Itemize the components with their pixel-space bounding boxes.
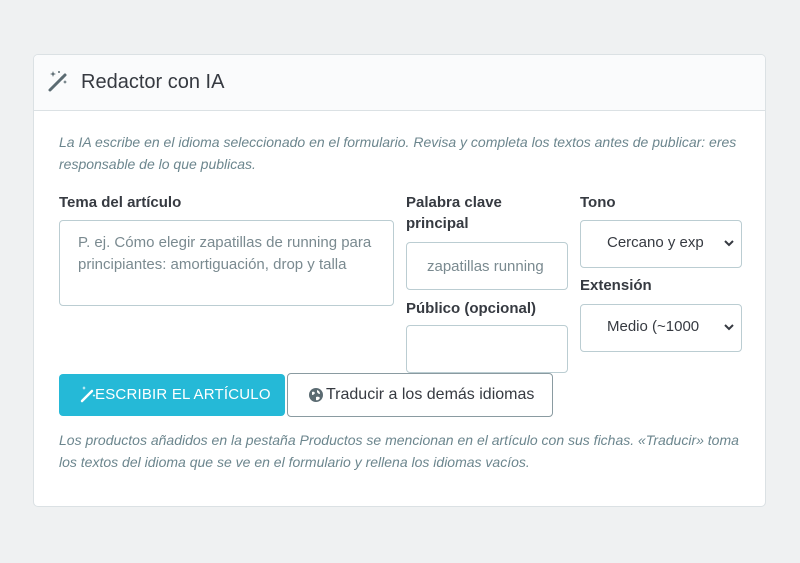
footer-note: Los productos añadidos en la pestaña Pro…	[59, 432, 739, 470]
audience-label: Público (opcional)	[406, 300, 536, 317]
write-article-button[interactable]: Escribir el artículo	[59, 374, 285, 416]
intro-text: La IA escribe en el idioma seleccionado …	[59, 134, 737, 172]
panel-header: Redactor con IA	[34, 55, 765, 111]
length-selected: Medio (~1000	[607, 318, 700, 335]
chevron-down-icon	[724, 324, 734, 331]
ai-writer-panel: Redactor con IA La IA escribe en el idio…	[33, 54, 766, 507]
globe-icon	[309, 388, 323, 402]
tone-selected: Cercano y exp	[607, 234, 704, 251]
topic-label: Tema del artículo	[59, 194, 182, 211]
keyword-label: Palabra clave principal	[406, 194, 502, 232]
topic-placeholder: P. ej. Cómo elegir zapatillas de running…	[78, 234, 372, 273]
audience-input[interactable]	[406, 325, 568, 373]
tone-label: Tono	[580, 194, 616, 211]
keyword-placeholder: zapatillas running	[427, 258, 544, 275]
chevron-down-icon	[724, 240, 734, 247]
translate-button[interactable]: Traducir a los demás idiomas	[287, 373, 553, 417]
keyword-input[interactable]: zapatillas running	[406, 242, 568, 290]
tone-select[interactable]: Cercano y exp	[580, 220, 742, 268]
length-select[interactable]: Medio (~1000	[580, 304, 742, 352]
write-article-label: Escribir el artículo	[95, 386, 271, 403]
topic-textarea[interactable]: P. ej. Cómo elegir zapatillas de running…	[59, 220, 394, 306]
translate-label: Traducir a los demás idiomas	[326, 386, 535, 403]
magic-wand-icon	[48, 71, 67, 92]
panel-title: Redactor con IA	[81, 71, 225, 93]
length-label: Extensión	[580, 277, 652, 294]
